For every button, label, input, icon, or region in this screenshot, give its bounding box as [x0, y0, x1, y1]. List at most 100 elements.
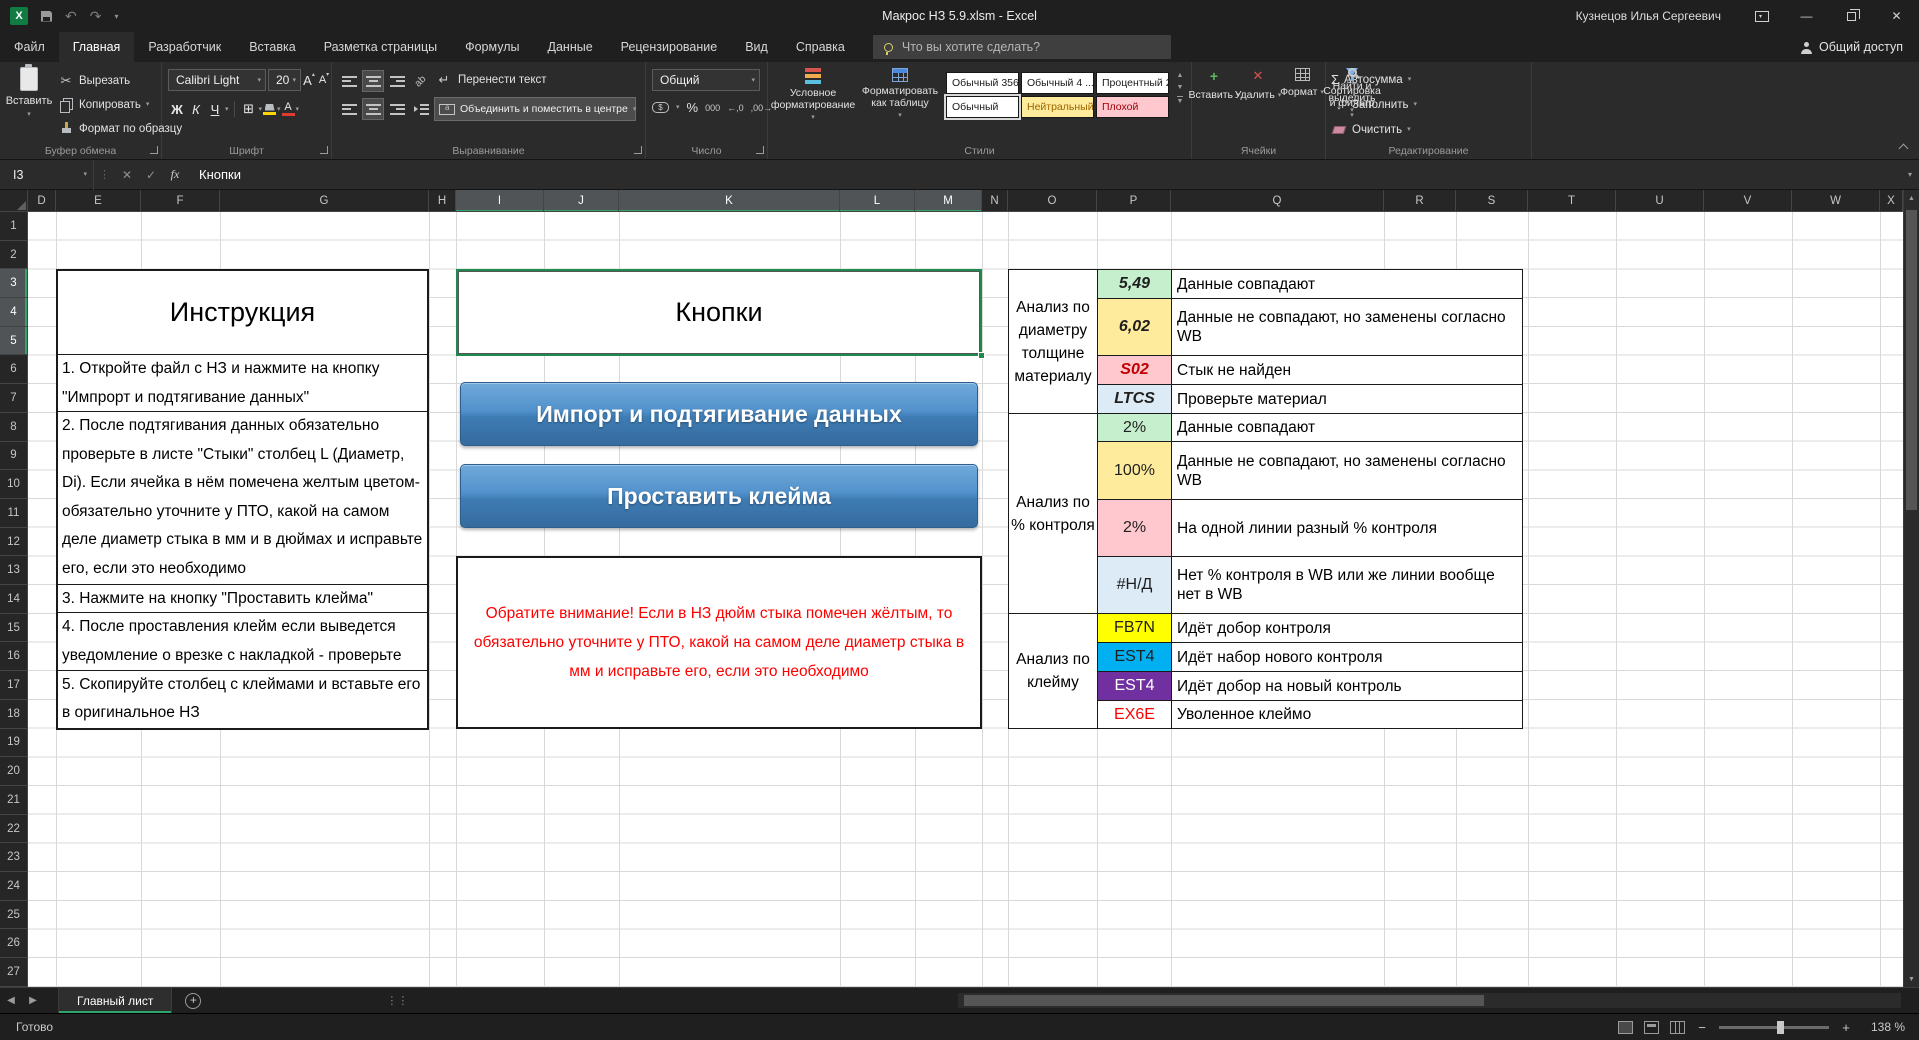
column-header-L[interactable]: L — [840, 190, 915, 212]
row-header-7[interactable]: 7 — [0, 384, 27, 413]
row-header-17[interactable]: 17 — [0, 671, 27, 700]
row-header-14[interactable]: 14 — [0, 585, 27, 614]
column-header-Q[interactable]: Q — [1171, 190, 1384, 212]
insert-function-icon[interactable]: fx — [163, 167, 187, 182]
row-header-8[interactable]: 8 — [0, 413, 27, 442]
user-name[interactable]: Кузнецов Илья Сергеевич — [1576, 9, 1721, 23]
row-header-20[interactable]: 20 — [0, 757, 27, 786]
column-header-M[interactable]: M — [915, 190, 982, 212]
ribbon-tab-Вставка[interactable]: Вставка — [235, 32, 309, 62]
analysis-code-cell[interactable]: S02 — [1098, 356, 1172, 385]
sheet-tab-active[interactable]: Главный лист — [58, 988, 172, 1013]
row-header-26[interactable]: 26 — [0, 930, 27, 959]
column-header-S[interactable]: S — [1456, 190, 1528, 212]
cell-style-tile[interactable]: Обычный — [946, 96, 1019, 118]
expand-formula-bar-icon[interactable]: ▾ — [1908, 170, 1912, 179]
column-header-I[interactable]: I — [456, 190, 544, 212]
ribbon-tab-Формулы[interactable]: Формулы — [451, 32, 533, 62]
borders-button[interactable]: ⊞ — [240, 99, 258, 119]
ribbon-tab-Разработчик[interactable]: Разработчик — [134, 32, 235, 62]
ribbon-tab-Главная[interactable]: Главная — [59, 32, 135, 62]
add-sheet-button[interactable]: + — [180, 993, 206, 1009]
analysis-code-cell[interactable]: 100% — [1098, 442, 1172, 500]
excel-app-icon[interactable]: X — [10, 7, 28, 25]
clipboard-dialog-launcher-icon[interactable] — [150, 146, 158, 154]
merge-center-button[interactable]: Объединить и поместить в центре ▾ — [434, 97, 636, 121]
row-header-9[interactable]: 9 — [0, 442, 27, 471]
underline-button[interactable]: Ч — [206, 99, 224, 119]
enter-icon[interactable]: ✓ — [139, 168, 163, 182]
tell-me-search[interactable]: Что вы хотите сделать? — [873, 35, 1171, 59]
cancel-icon[interactable]: ✕ — [115, 168, 139, 182]
align-top-button[interactable] — [338, 70, 360, 92]
analysis-code-cell[interactable]: 2% — [1098, 414, 1172, 442]
column-header-N[interactable]: N — [982, 190, 1008, 212]
instruction-item-2[interactable]: 2. После подтягивания данных обязательно… — [58, 412, 427, 584]
column-header-F[interactable]: F — [141, 190, 220, 212]
normal-view-icon[interactable] — [1618, 1021, 1633, 1034]
ribbon-tab-Файл[interactable]: Файл — [0, 32, 59, 62]
share-button[interactable]: Общий доступ — [1801, 32, 1919, 62]
analysis-code-cell[interactable]: LTCS — [1098, 385, 1172, 414]
analysis-code-cell[interactable]: 5,49 — [1098, 270, 1172, 299]
conditional-formatting-button[interactable]: Условное форматирование ▾ — [772, 68, 854, 142]
analysis-desc-cell[interactable]: Уволенное клеймо — [1172, 701, 1523, 729]
align-bottom-button[interactable] — [386, 70, 408, 92]
analysis-desc-cell[interactable]: Нет % контроля в WB или же линии вообще … — [1172, 557, 1523, 614]
cell-style-tile[interactable]: Обычный 356 — [946, 72, 1019, 94]
find-select-button[interactable]: Найти и выделить ▾ — [1326, 68, 1378, 142]
analysis-code-cell[interactable]: EST4 — [1098, 643, 1172, 672]
bold-button[interactable]: Ж — [168, 99, 186, 119]
row-header-6[interactable]: 6 — [0, 356, 27, 385]
zoom-slider[interactable] — [1719, 1026, 1829, 1029]
fill-color-icon[interactable] — [263, 104, 276, 115]
number-format-select[interactable]: Общий▾ — [652, 69, 760, 91]
import-data-button[interactable]: Импорт и подтягивание данных — [460, 382, 978, 446]
row-header-15[interactable]: 15 — [0, 614, 27, 643]
column-header-G[interactable]: G — [220, 190, 429, 212]
font-name-select[interactable]: Calibri Light▾ — [168, 69, 266, 91]
analysis-code-cell[interactable]: 2% — [1098, 500, 1172, 557]
analysis-desc-cell[interactable]: Идёт набор нового контроля — [1172, 643, 1523, 672]
row-header-19[interactable]: 19 — [0, 729, 27, 758]
close-button[interactable]: ✕ — [1874, 0, 1919, 32]
attention-note-cell[interactable]: Обратите внимание! Если в НЗ дюйм стыка … — [456, 556, 982, 729]
gallery-up-icon[interactable]: ▲ — [1177, 72, 1184, 79]
gallery-down-icon[interactable]: ▼ — [1177, 84, 1184, 91]
analysis-desc-cell[interactable]: Идёт добор на новый контроль — [1172, 672, 1523, 701]
column-header-R[interactable]: R — [1384, 190, 1456, 212]
row-header-21[interactable]: 21 — [0, 786, 27, 815]
ribbon-display-options-button[interactable] — [1739, 0, 1784, 32]
analysis-desc-cell[interactable]: Данные не совпадают, но заменены согласн… — [1172, 442, 1523, 500]
column-header-E[interactable]: E — [56, 190, 141, 212]
row-header-2[interactable]: 2 — [0, 241, 27, 270]
format-as-table-button[interactable]: Форматировать как таблицу ▾ — [858, 68, 942, 142]
instruction-item-4[interactable]: 4. После проставления клейм если выведет… — [58, 613, 427, 670]
undo-icon[interactable]: ↶ — [65, 9, 77, 23]
font-size-select[interactable]: 20▾ — [268, 69, 301, 91]
analysis-desc-cell[interactable]: Данные совпадают — [1172, 270, 1523, 299]
page-layout-view-icon[interactable] — [1644, 1021, 1659, 1034]
analysis-desc-cell[interactable]: Идёт добор контроля — [1172, 614, 1523, 643]
analysis-code-cell[interactable]: #Н/Д — [1098, 557, 1172, 614]
italic-button[interactable]: К — [187, 99, 205, 119]
analysis-desc-cell[interactable]: Стык не найден — [1172, 356, 1523, 385]
sheet-nav-right-icon[interactable]: ▶ — [22, 995, 44, 1006]
align-center-button[interactable] — [362, 98, 384, 120]
scroll-down-icon[interactable]: ▼ — [1904, 971, 1919, 987]
column-header-P[interactable]: P — [1097, 190, 1171, 212]
ribbon-tab-Разметка страницы[interactable]: Разметка страницы — [310, 32, 451, 62]
horizontal-scrollbar[interactable] — [958, 993, 1901, 1008]
row-header-12[interactable]: 12 — [0, 528, 27, 557]
format-cells-button[interactable]: Формат▾ — [1280, 68, 1324, 142]
cell-style-tile[interactable]: Обычный 4 ... — [1021, 72, 1094, 94]
row-header-5[interactable]: 5 — [0, 327, 27, 356]
vertical-scrollbar-thumb[interactable] — [1906, 210, 1917, 510]
analysis-desc-cell[interactable]: Данные совпадают — [1172, 414, 1523, 442]
row-header-18[interactable]: 18 — [0, 700, 27, 729]
zoom-out-icon[interactable]: − — [1696, 1020, 1708, 1035]
tabs-splitter-handle[interactable]: ⋮⋮ — [386, 994, 408, 1007]
scroll-up-icon[interactable]: ▲ — [1904, 190, 1919, 206]
currency-format-icon[interactable]: $ — [652, 102, 669, 113]
align-right-button[interactable] — [386, 98, 408, 120]
